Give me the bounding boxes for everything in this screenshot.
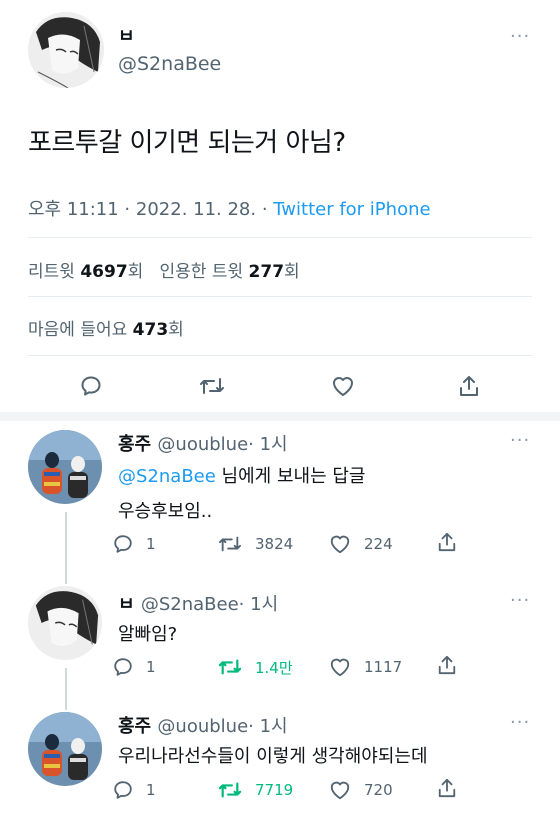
divider [28, 237, 532, 238]
reply-to-mention[interactable]: @S2naBee [118, 466, 216, 487]
thread-line [65, 668, 67, 710]
share-icon [438, 778, 456, 798]
author-display-name[interactable]: ㅂ [118, 22, 135, 48]
retweets-label: 리트윗 [28, 262, 75, 282]
likes-label: 마음에 들어요 [28, 320, 128, 340]
quotes-unit: 회 [284, 262, 300, 282]
quotes-count: 277 [248, 262, 285, 282]
tweet-timestamp: 오후 11:11 · 2022. 11. 28. · [28, 199, 274, 220]
share-button[interactable] [437, 531, 457, 553]
author-handle[interactable]: @S2naBee [118, 53, 221, 75]
reply-handle[interactable]: @S2naBee [141, 594, 239, 615]
reply-icon [114, 535, 132, 553]
replying-to: @S2naBee 님에게 보내는 답글 [118, 462, 365, 488]
heart-icon [330, 658, 350, 677]
reply-time[interactable]: · 1시 [248, 716, 287, 737]
share-button[interactable] [437, 777, 457, 799]
share-icon [460, 376, 478, 396]
reply-text: 우승후보임.. [118, 501, 213, 522]
reply-display-name[interactable]: 홍주 [118, 434, 151, 455]
heart-icon [333, 377, 353, 396]
reply-avatar[interactable] [28, 586, 102, 660]
like-button[interactable] [329, 372, 357, 400]
retweet-count-button[interactable]: 3824 [217, 533, 293, 555]
retweet-button[interactable] [196, 372, 228, 400]
thread-line [65, 512, 67, 584]
reply-text: 알빠임? [118, 624, 178, 645]
like-count: 224 [364, 535, 393, 553]
likes-count: 473 [132, 320, 169, 340]
tweet-meta: 오후 11:11 · 2022. 11. 28. · Twitter for i… [28, 195, 431, 221]
share-icon [438, 532, 456, 552]
more-options-icon[interactable]: ··· [510, 590, 530, 611]
reply-count-button[interactable]: 1 [112, 533, 156, 555]
reply-count-button[interactable]: 1 [112, 656, 156, 678]
reply-avatar[interactable] [28, 712, 102, 786]
reply-count: 1 [146, 658, 156, 676]
like-count: 1117 [364, 658, 403, 676]
retweet-count: 1.4만 [255, 658, 293, 677]
retweet-count-button[interactable]: 1.4만 [217, 656, 293, 678]
heart-icon [330, 535, 350, 554]
reply-icon [114, 658, 132, 676]
more-options-icon[interactable]: ··· [510, 26, 530, 47]
divider [28, 296, 532, 297]
reply-avatar[interactable] [28, 430, 102, 504]
reply-count: 1 [146, 781, 156, 799]
retweets-count: 4697 [80, 262, 128, 282]
share-button[interactable] [437, 654, 457, 676]
retweet-icon [218, 782, 242, 798]
heart-icon [330, 781, 350, 800]
retweet-icon [218, 659, 242, 675]
likes-stats[interactable]: 마음에 들어요 473회 [28, 315, 184, 340]
like-count-button[interactable]: 1117 [328, 656, 402, 678]
reply-handle[interactable]: @uoublue [157, 716, 248, 737]
retweet-count: 3824 [255, 535, 294, 553]
retweet-count-button[interactable]: 7719 [217, 779, 293, 801]
reply-button[interactable] [77, 372, 105, 400]
more-options-icon[interactable]: ··· [510, 712, 530, 733]
reply-handle[interactable]: @uoublue [157, 434, 248, 455]
reply-to-suffix: 님에게 보내는 답글 [215, 466, 366, 487]
reply-icon [81, 376, 101, 396]
reply-icon [114, 781, 132, 799]
like-count-button[interactable]: 224 [328, 533, 393, 555]
reply-time[interactable]: · 1시 [248, 434, 287, 455]
reply-author-row: 홍주 @uoublue· 1시 [118, 430, 288, 456]
quotes-label: 인용한 트윗 [159, 262, 244, 282]
section-separator [0, 412, 560, 421]
reply-time[interactable]: · 1시 [239, 594, 278, 615]
reply-author-row: ㅂ @S2naBee· 1시 [118, 590, 278, 616]
reply-author-row: 홍주 @uoublue· 1시 [118, 712, 288, 738]
share-icon [438, 655, 456, 675]
reply-count: 1 [146, 535, 156, 553]
share-button[interactable] [456, 372, 482, 400]
retweets-unit: 회 [127, 262, 144, 282]
more-options-icon[interactable]: ··· [510, 430, 530, 451]
tweet-source-link[interactable]: Twitter for iPhone [273, 199, 430, 220]
like-count: 720 [364, 781, 393, 799]
reply-display-name[interactable]: 홍주 [118, 716, 151, 737]
author-avatar[interactable] [28, 12, 104, 88]
likes-unit: 회 [168, 320, 184, 340]
reply-display-name[interactable]: ㅂ [118, 594, 135, 615]
retweet-icon [200, 378, 224, 394]
tweet-text: 포르투갈 이기면 되는거 아님? [28, 128, 346, 158]
divider [28, 355, 532, 356]
retweet-count: 7719 [255, 781, 294, 799]
like-count-button[interactable]: 720 [328, 779, 393, 801]
retweet-icon [219, 536, 241, 552]
reply-text: 우리나라선수들이 이렇게 생각해야되는데 [118, 746, 428, 767]
retweet-stats[interactable]: 리트윗 4697회 인용한 트윗 277회 [28, 257, 300, 282]
reply-count-button[interactable]: 1 [112, 779, 156, 801]
